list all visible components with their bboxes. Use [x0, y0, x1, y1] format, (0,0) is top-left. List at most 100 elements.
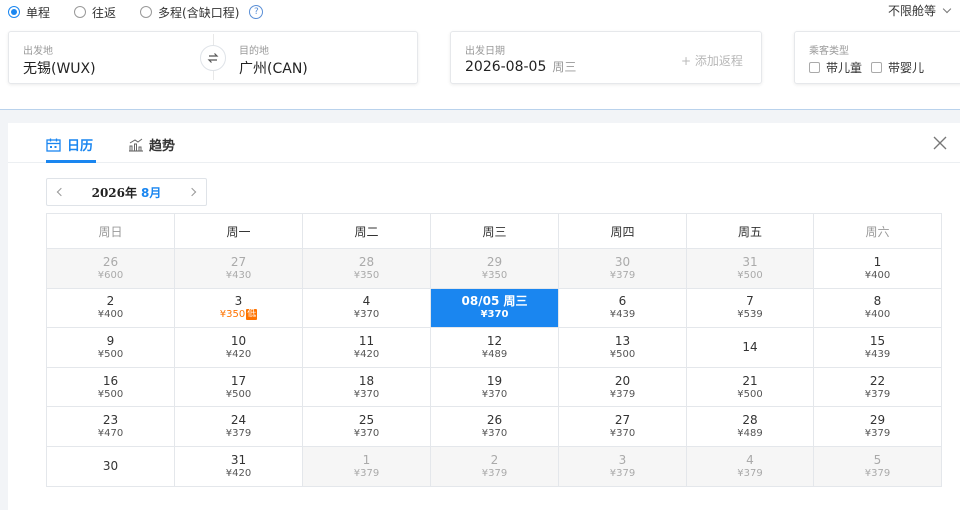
- calendar-day[interactable]: 4 ¥370: [302, 287, 431, 329]
- swap-cities-button[interactable]: [200, 45, 226, 71]
- calendar-day[interactable]: 28 ¥489: [686, 406, 814, 447]
- day-number: 11: [358, 333, 375, 348]
- calendar-day[interactable]: 21 ¥500: [686, 366, 814, 408]
- trip-type-multicity[interactable]: 多程(含缺口程): [140, 4, 239, 21]
- calendar-panel: 日历 趋势 2026年 8月 周日 周一 周二 周三 周四 周五 周六 26 ¥…: [8, 123, 960, 510]
- trip-type-roundtrip[interactable]: 往返: [74, 4, 116, 21]
- radio-icon[interactable]: [8, 6, 20, 18]
- calendar-day[interactable]: 4 ¥379: [686, 445, 814, 487]
- calendar-day[interactable]: 29 ¥379: [813, 406, 942, 447]
- prev-month-button[interactable]: [47, 179, 75, 205]
- calendar-day[interactable]: 10 ¥420: [174, 327, 303, 368]
- calendar-day[interactable]: 31 ¥420: [174, 445, 303, 487]
- date-field[interactable]: 2026-08-05 周三: [465, 58, 576, 75]
- day-price-value: ¥439: [864, 348, 891, 360]
- radio-icon[interactable]: [140, 6, 153, 18]
- calendar-day[interactable]: 7 ¥539: [686, 287, 814, 329]
- tab-trend-label: 趋势: [149, 139, 176, 154]
- calendar-day[interactable]: 17 ¥500: [174, 366, 303, 408]
- day-price: ¥379: [687, 468, 813, 480]
- calendar-day[interactable]: 9 ¥500: [46, 327, 175, 368]
- calendar-day[interactable]: 2 ¥379: [430, 445, 559, 487]
- calendar-day[interactable]: 27 ¥430: [174, 248, 303, 289]
- day-price: ¥489: [687, 428, 813, 440]
- tab-calendar-label: 日历: [67, 139, 94, 154]
- calendar-day[interactable]: 26 ¥600: [46, 248, 175, 289]
- day-price-value: ¥370: [609, 428, 636, 440]
- weekday-header: 周四: [558, 213, 687, 249]
- calendar-day[interactable]: 20 ¥379: [558, 366, 687, 408]
- help-icon[interactable]: ?: [249, 5, 264, 19]
- day-number: 10: [230, 333, 247, 348]
- next-month-button[interactable]: [178, 179, 206, 205]
- checkbox-icon[interactable]: [871, 62, 882, 73]
- calendar-day[interactable]: 16 ¥500: [46, 366, 175, 408]
- calendar-day[interactable]: 28 ¥350: [302, 248, 431, 289]
- day-price: ¥420: [303, 349, 430, 361]
- trip-type-oneway[interactable]: 单程: [8, 4, 50, 21]
- day-number: 4: [746, 452, 754, 467]
- day-price-value: ¥500: [97, 348, 124, 360]
- tab-trend[interactable]: 趋势: [128, 135, 175, 154]
- calendar-day[interactable]: 12 ¥489: [430, 327, 559, 368]
- radio-icon[interactable]: [74, 6, 87, 18]
- calendar-day[interactable]: 1 ¥379: [302, 445, 431, 487]
- calendar-day[interactable]: 3 ¥379: [558, 445, 687, 487]
- calendar-day[interactable]: 1 ¥400: [813, 248, 942, 289]
- day-price-value: ¥430: [225, 269, 252, 281]
- calendar-day[interactable]: 18 ¥370: [302, 366, 431, 408]
- day-number: 31: [230, 452, 247, 467]
- with-infant-checkbox[interactable]: 带婴儿: [871, 59, 924, 76]
- departure-label: 出发地: [23, 46, 53, 57]
- close-icon[interactable]: [932, 135, 948, 151]
- calendar-day[interactable]: 15 ¥439: [813, 327, 942, 368]
- calendar-day[interactable]: 30: [46, 445, 175, 487]
- day-price-value: ¥500: [97, 388, 124, 400]
- calendar-day[interactable]: 2 ¥400: [46, 287, 175, 329]
- chevron-right-icon: [187, 187, 197, 197]
- day-price: ¥370: [303, 428, 430, 440]
- day-price: ¥379: [303, 468, 430, 480]
- destination-field[interactable]: 广州(CAN): [239, 58, 308, 78]
- day-number: 26: [102, 254, 119, 269]
- calendar-day[interactable]: 29 ¥350: [430, 248, 559, 289]
- day-price: ¥350: [303, 270, 430, 282]
- calendar-day[interactable]: 8 ¥400: [813, 287, 942, 329]
- day-price-value: ¥350: [353, 269, 380, 281]
- calendar-day[interactable]: 27 ¥370: [558, 406, 687, 447]
- calendar-day[interactable]: 13 ¥500: [558, 327, 687, 368]
- day-price-value: ¥379: [864, 428, 891, 440]
- day-price-value: ¥489: [737, 428, 763, 440]
- departure-field[interactable]: 无锡(WUX): [23, 58, 96, 78]
- calendar-day[interactable]: 3 ¥350 低: [174, 287, 303, 329]
- add-return-button[interactable]: + 添加返程: [681, 52, 743, 69]
- calendar-day[interactable]: 25 ¥370: [302, 406, 431, 447]
- day-price-value: ¥420: [225, 348, 252, 360]
- cabin-class-dropdown[interactable]: 不限舱等: [888, 2, 952, 19]
- calendar-day[interactable]: 30 ¥379: [558, 248, 687, 289]
- calendar-day[interactable]: 24 ¥379: [174, 406, 303, 447]
- calendar-day[interactable]: 14: [686, 327, 814, 368]
- with-child-checkbox[interactable]: 带儿童: [809, 59, 862, 76]
- day-price-value: ¥400: [97, 309, 124, 321]
- calendar-day[interactable]: 31 ¥500: [686, 248, 814, 289]
- calendar-day[interactable]: 5 ¥379: [813, 445, 942, 487]
- day-price-value: ¥420: [353, 348, 380, 360]
- calendar-day[interactable]: 23 ¥470: [46, 406, 175, 447]
- checkbox-icon[interactable]: [809, 62, 820, 73]
- weekday-header: 周一: [174, 213, 303, 249]
- tab-calendar[interactable]: 日历: [46, 135, 93, 154]
- day-price: ¥379: [559, 389, 686, 401]
- calendar-day-selected[interactable]: 08/05 周三 ¥370: [430, 287, 559, 329]
- calendar-week-row: 2 ¥400 3 ¥350 低 4 ¥370 08/05 周三 ¥370 6 ¥439 7 ¥539 8 ¥…: [46, 287, 942, 329]
- calendar-day[interactable]: 22 ¥379: [813, 366, 942, 408]
- calendar-day[interactable]: 26 ¥370: [430, 406, 559, 447]
- calendar-day[interactable]: 6 ¥439: [558, 287, 687, 329]
- day-number: 27: [614, 413, 631, 428]
- search-bar: 单程 往返 多程(含缺口程) ? 不限舱等 出发地 无锡(WUX) 目的地 广州…: [0, 0, 960, 110]
- day-number: 25: [358, 413, 375, 428]
- calendar-day[interactable]: 11 ¥420: [302, 327, 431, 368]
- calendar-day[interactable]: 19 ¥370: [430, 366, 559, 408]
- date-weekday: 周三: [552, 60, 577, 74]
- with-infant-label: 带婴儿: [888, 61, 925, 75]
